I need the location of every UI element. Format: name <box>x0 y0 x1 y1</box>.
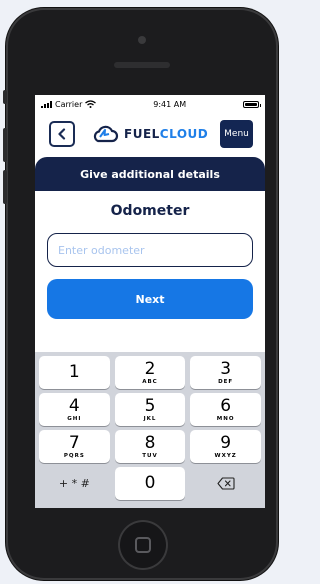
key-0[interactable]: 0 <box>114 467 186 500</box>
status-bar: Carrier 9:41 AM <box>35 95 265 113</box>
numeric-keypad: 1 2 ABC 3 DEF 4 GHI 5 JKL 6 MNO 7 PQRS 8… <box>35 352 265 508</box>
key-symbols[interactable]: + * # <box>39 467 110 500</box>
mute-switch <box>3 90 7 104</box>
cloud-logo-icon <box>93 125 119 143</box>
chevron-left-icon <box>58 128 66 140</box>
logo-text: FUELCLOUD <box>124 127 209 141</box>
backspace-icon <box>217 477 235 490</box>
status-time: 9:41 AM <box>153 99 187 109</box>
wifi-icon <box>85 100 97 108</box>
key-delete[interactable] <box>190 467 261 500</box>
odometer-input[interactable] <box>47 233 253 267</box>
key-2[interactable]: 2 ABC <box>114 356 186 389</box>
menu-button[interactable]: Menu <box>220 120 253 148</box>
app-header: FUELCLOUD Menu <box>35 113 265 155</box>
next-button[interactable]: Next <box>47 279 253 319</box>
home-button[interactable] <box>118 520 168 570</box>
volume-up-button <box>3 128 7 162</box>
battery-icon <box>243 100 261 108</box>
front-camera <box>138 36 146 44</box>
key-9[interactable]: 9 WXYZ <box>190 430 261 463</box>
volume-down-button <box>3 170 7 204</box>
page-title: Odometer <box>110 203 190 219</box>
carrier-label: Carrier <box>55 99 83 109</box>
section-banner: Give additional details <box>35 157 265 191</box>
key-1[interactable]: 1 <box>39 356 110 389</box>
phone-frame: Carrier 9:41 AM FUELCLOUD Menu Give addi… <box>3 8 278 580</box>
earpiece-speaker <box>114 62 170 68</box>
key-7[interactable]: 7 PQRS <box>39 430 110 463</box>
key-6[interactable]: 6 MNO <box>190 393 261 426</box>
back-button[interactable] <box>49 121 75 147</box>
signal-icon <box>41 100 52 108</box>
key-8[interactable]: 8 TUV <box>114 430 186 463</box>
key-5[interactable]: 5 JKL <box>114 393 186 426</box>
key-3[interactable]: 3 DEF <box>190 356 261 389</box>
app-screen: Carrier 9:41 AM FUELCLOUD Menu Give addi… <box>35 95 265 508</box>
fuelcloud-logo: FUELCLOUD <box>91 125 208 143</box>
key-4[interactable]: 4 GHI <box>39 393 110 426</box>
banner-text: Give additional details <box>80 167 220 181</box>
